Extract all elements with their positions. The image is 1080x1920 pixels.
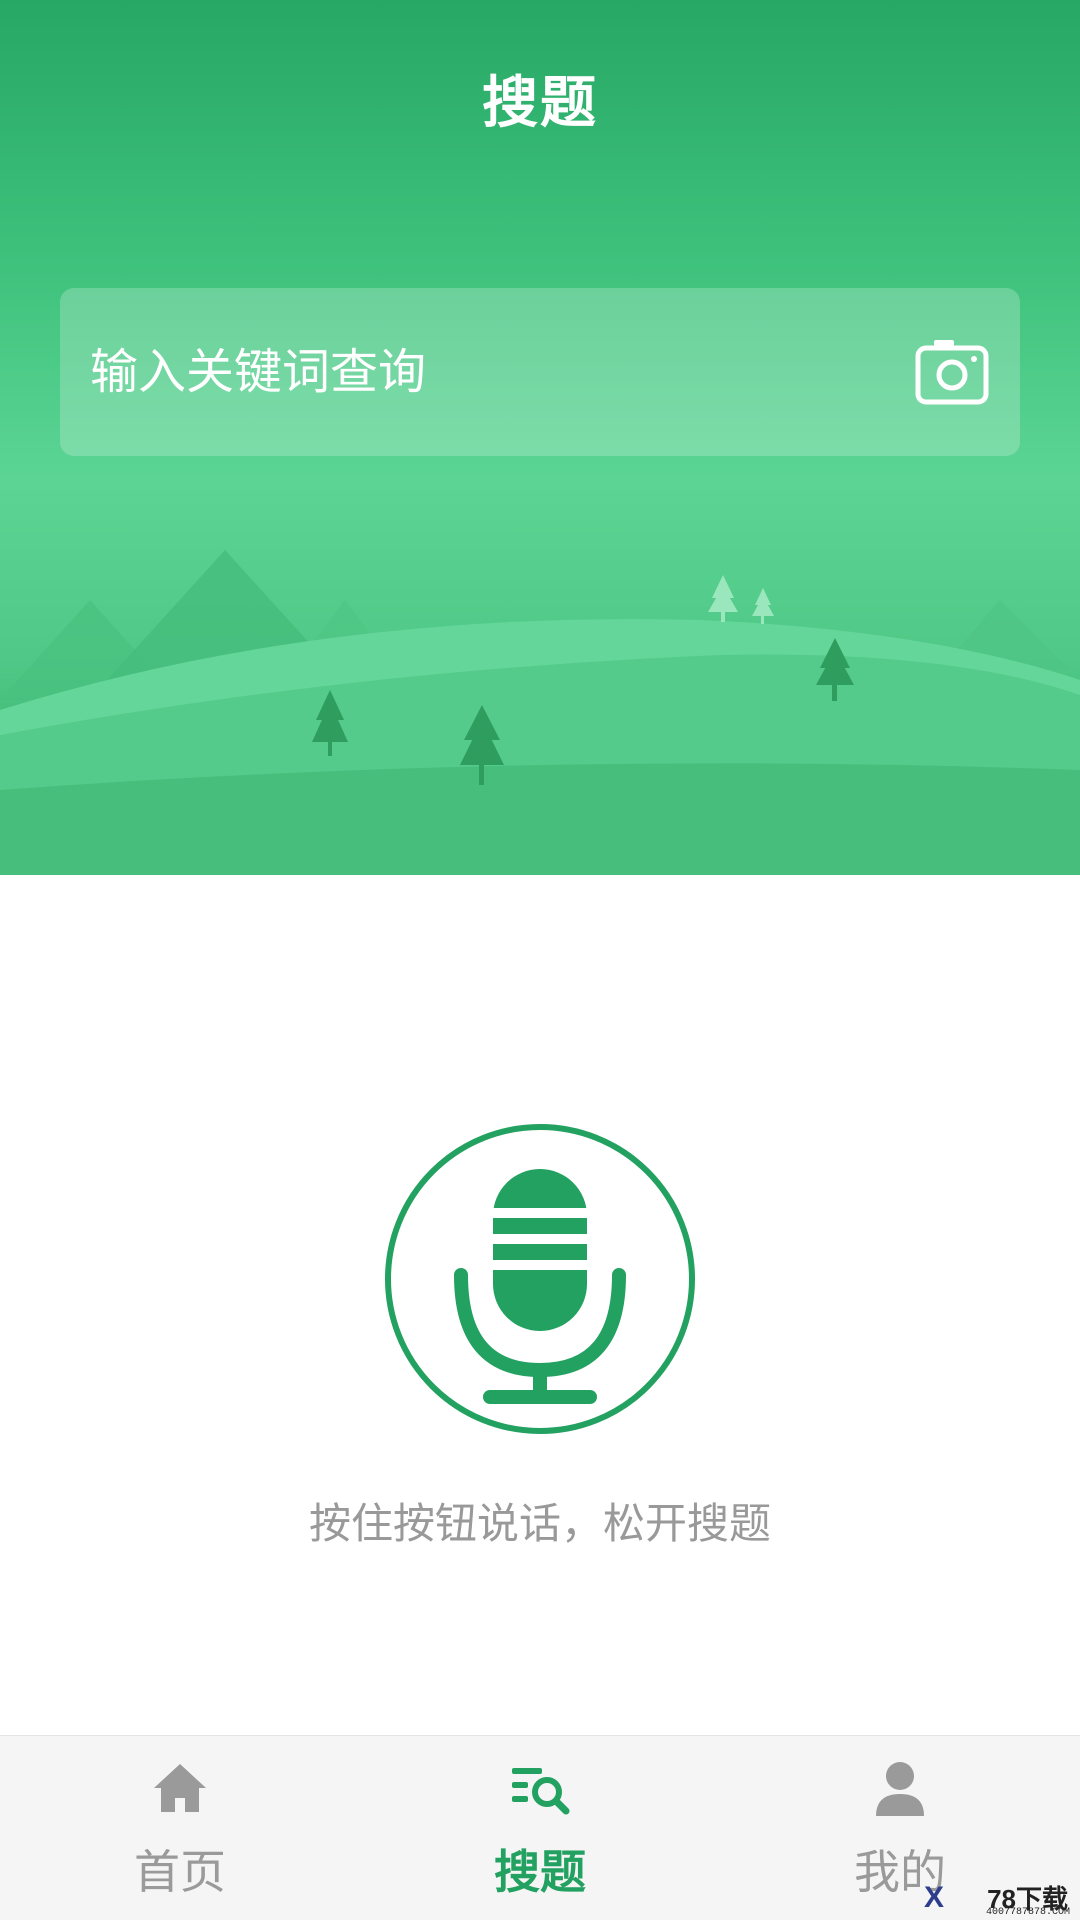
search-bar[interactable] — [60, 288, 1020, 456]
header-banner: 搜题 — [0, 0, 1080, 875]
tab-label: 搜题 — [494, 1845, 586, 1899]
microphone-icon — [385, 1124, 695, 1434]
search-list-icon — [512, 1768, 570, 1815]
voice-hint: 按住按钮说话，松开搜题 — [308, 1499, 771, 1548]
bottom-nav: 首页 搜题 我的 X 78下载 4007787878.COM — [0, 1735, 1080, 1920]
landscape-illustration — [0, 550, 1080, 875]
app-screen: 搜题 输入关键词查询 按住按钮说话，松开搜题 首页 搜题 我的 X 78下载 4… — [0, 0, 1080, 1920]
voice-search-button[interactable] — [383, 1122, 697, 1436]
tab-search[interactable]: 搜题 — [360, 1736, 720, 1920]
home-icon — [154, 1764, 206, 1812]
camera-icon[interactable] — [912, 332, 992, 412]
search-input[interactable] — [90, 288, 910, 456]
user-icon — [876, 1762, 924, 1816]
tab-home[interactable]: 首页 — [0, 1736, 360, 1920]
watermark-logo: X 78下载 4007787878.COM — [924, 1879, 1074, 1919]
tab-label: 首页 — [134, 1845, 226, 1899]
page-title: 搜题 — [482, 71, 598, 136]
watermark-site: 4007787878.COM — [985, 1907, 1070, 1918]
watermark-mark: X — [924, 1881, 945, 1914]
